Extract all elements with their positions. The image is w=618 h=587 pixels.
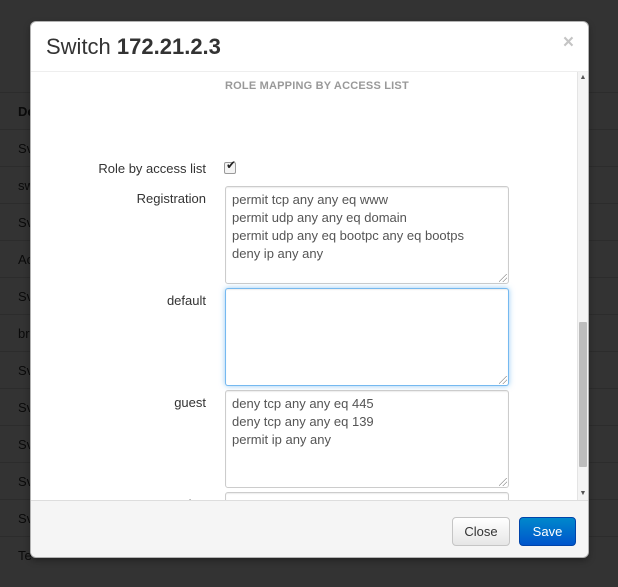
resize-grip-icon[interactable] [499, 274, 507, 282]
acl-line: deny tcp any any eq 139 [232, 414, 374, 429]
acl-line: permit ip any any [232, 432, 331, 447]
section-title: ROLE MAPPING BY ACCESS LIST [225, 80, 409, 92]
scrollbar-thumb[interactable] [579, 322, 587, 467]
guest-textarea[interactable]: deny tcp any any eq 445 deny tcp any any… [225, 390, 509, 488]
acl-line: permit udp any any eq domain [232, 210, 407, 225]
close-button[interactable]: Close [452, 517, 510, 546]
modal-body-scrollbar[interactable]: ▲ ▼ [577, 72, 588, 500]
role-by-access-list-checkbox[interactable]: ✔ [224, 158, 236, 174]
modal-footer: Close Save [31, 500, 588, 557]
resize-grip-icon[interactable] [499, 376, 507, 384]
modal-title-prefix: Switch [46, 34, 111, 59]
acl-line: deny tcp any any eq 445 [232, 396, 374, 411]
default-textarea[interactable] [225, 288, 509, 386]
modal-header: Switch 172.21.2.3 × [31, 22, 588, 72]
close-icon[interactable]: × [563, 33, 574, 53]
default-label: default [166, 293, 206, 308]
gaming-textarea[interactable] [225, 492, 509, 500]
registration-textarea[interactable]: permit tcp any any eq www permit udp any… [225, 186, 509, 284]
role-by-access-list-label: Role by access list [98, 161, 206, 176]
resize-grip-icon[interactable] [499, 478, 507, 486]
modal-title-ip: 172.21.2.3 [116, 34, 221, 59]
save-button[interactable]: Save [519, 517, 576, 546]
checkmark-icon: ✔ [226, 158, 237, 172]
acl-line: deny ip any any [232, 246, 324, 261]
switch-modal: Switch 172.21.2.3 × ROLE MAPPING BY ACCE… [30, 21, 589, 558]
registration-label: Registration [136, 191, 206, 206]
guest-label: guest [174, 395, 206, 410]
modal-title: Switch 172.21.2.3 [46, 34, 221, 60]
acl-line: permit tcp any any eq www [232, 192, 389, 207]
scroll-down-icon[interactable]: ▼ [578, 490, 588, 498]
acl-line: permit udp any eq bootpc any eq bootps [232, 228, 464, 243]
scroll-up-icon[interactable]: ▲ [578, 74, 588, 82]
modal-body: ROLE MAPPING BY ACCESS LIST Role by acce… [31, 72, 577, 500]
